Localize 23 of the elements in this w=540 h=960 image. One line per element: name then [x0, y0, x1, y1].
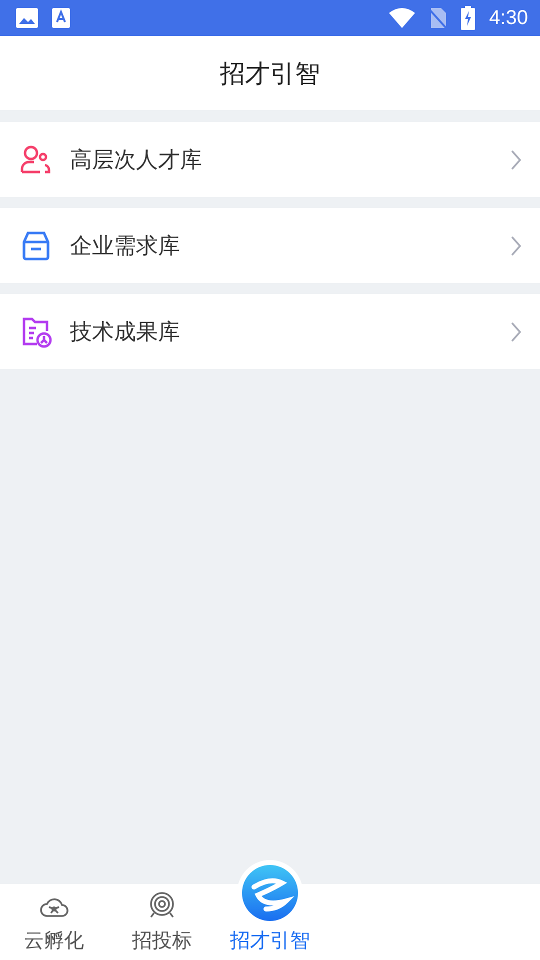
tab[interactable]: 招才引智	[230, 927, 310, 960]
menu-label: 高层次人才库	[70, 146, 203, 174]
menu-item[interactable]: 高层次人才库	[0, 122, 540, 197]
tab[interactable]: 云孵化	[24, 895, 84, 960]
archive-box-icon	[20, 230, 52, 262]
chevron-right-icon	[510, 234, 522, 256]
wifi-icon	[389, 8, 416, 28]
menu-item[interactable]: 企业需求库	[0, 208, 540, 283]
target-icon	[148, 891, 176, 919]
page-title: 招才引智	[220, 58, 320, 90]
people-icon	[20, 144, 52, 174]
battery-charging-icon	[461, 6, 476, 30]
text-app-icon	[52, 8, 70, 28]
image-icon	[16, 8, 38, 28]
chevron-right-icon	[510, 148, 522, 170]
menu-label: 技术成果库	[70, 318, 181, 346]
folder-clock-icon	[20, 316, 52, 348]
tab[interactable]: 招投标	[132, 891, 192, 960]
menu-item[interactable]: 技术成果库	[0, 294, 540, 369]
clock-time: 4:30	[489, 6, 528, 30]
menu-label: 企业需求库	[70, 232, 181, 260]
chevron-right-icon	[510, 320, 522, 342]
no-sim-icon	[429, 7, 448, 29]
